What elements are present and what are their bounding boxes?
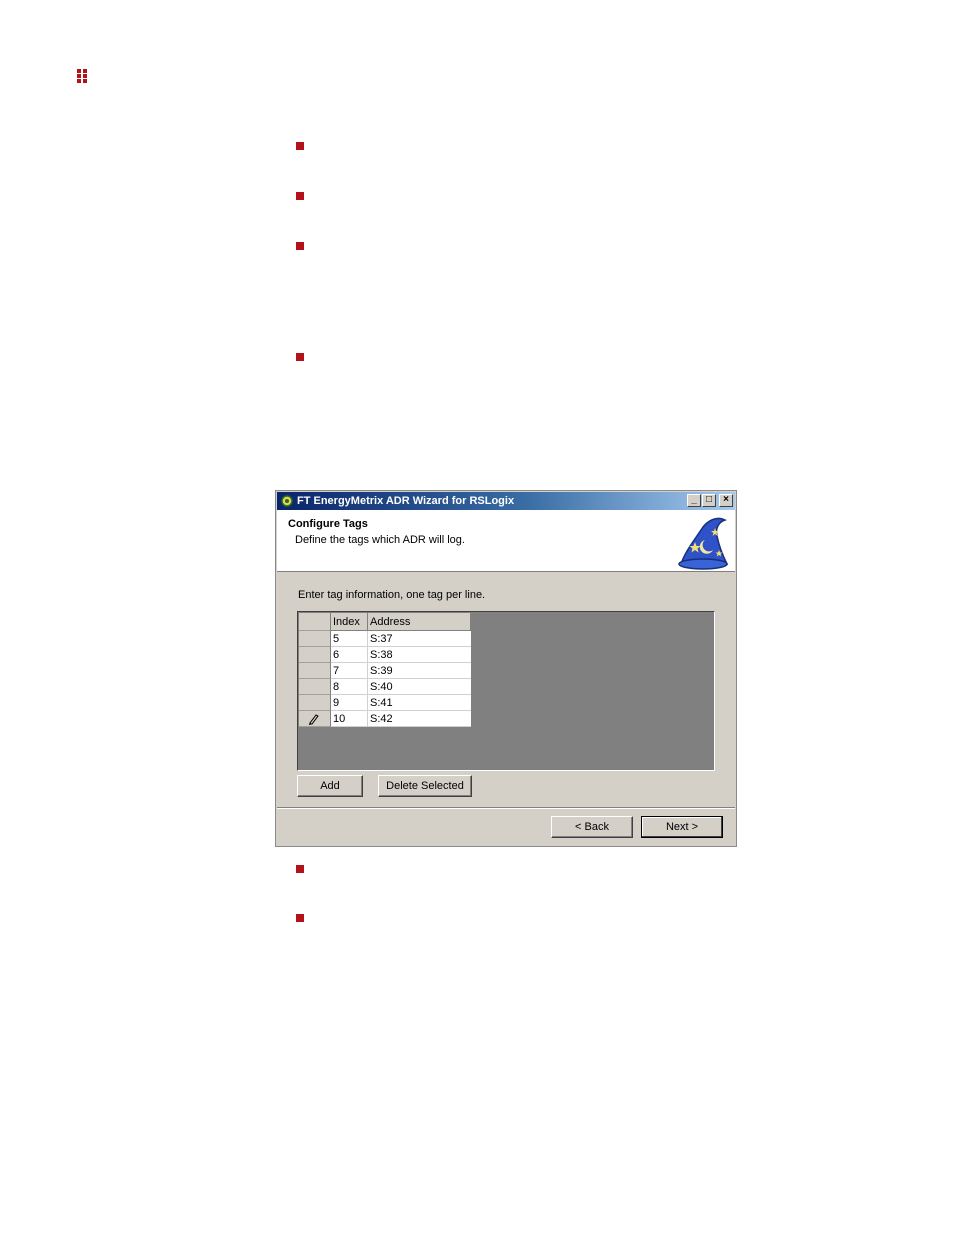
wizard-window: FT EnergyMetrix ADR Wizard for RSLogix _… xyxy=(275,490,737,847)
row-header-corner xyxy=(299,613,331,631)
wizard-hat-icon xyxy=(678,517,729,570)
row-selector[interactable] xyxy=(299,711,331,727)
row-selector[interactable] xyxy=(299,695,331,711)
document-logo-icon xyxy=(77,69,89,85)
index-cell[interactable]: 6 xyxy=(331,647,368,663)
next-button[interactable]: Next > xyxy=(641,816,723,838)
maximize-button[interactable]: □ xyxy=(702,494,716,507)
add-button[interactable]: Add xyxy=(297,775,363,797)
grid-header-row: Index Address xyxy=(299,613,471,631)
instruction-text: Enter tag information, one tag per line. xyxy=(298,589,486,601)
back-button[interactable]: < Back xyxy=(551,816,633,838)
bullet-icon xyxy=(296,142,304,150)
bullet-icon xyxy=(296,242,304,250)
index-cell[interactable]: 10 xyxy=(331,711,368,727)
table-row[interactable]: 5 S:37 xyxy=(299,631,471,647)
bullet-icon xyxy=(296,914,304,922)
address-cell-editing[interactable]: S:42 xyxy=(368,711,471,727)
footer-separator xyxy=(277,807,735,809)
address-cell[interactable]: S:40 xyxy=(368,679,471,695)
row-selector[interactable] xyxy=(299,679,331,695)
column-header-index[interactable]: Index xyxy=(331,613,368,631)
bullet-icon xyxy=(296,192,304,200)
address-cell[interactable]: S:41 xyxy=(368,695,471,711)
title-bar[interactable]: FT EnergyMetrix ADR Wizard for RSLogix _… xyxy=(277,492,735,510)
minimize-button[interactable]: _ xyxy=(687,494,701,507)
index-cell[interactable]: 7 xyxy=(331,663,368,679)
wizard-header: Configure Tags Define the tags which ADR… xyxy=(277,510,735,572)
bullet-icon xyxy=(296,353,304,361)
column-header-address[interactable]: Address xyxy=(368,613,471,631)
index-cell[interactable]: 5 xyxy=(331,631,368,647)
row-selector[interactable] xyxy=(299,647,331,663)
table-row-editing[interactable]: 10 S:42 xyxy=(299,711,471,727)
bullet-icon xyxy=(296,865,304,873)
index-cell[interactable]: 9 xyxy=(331,695,368,711)
address-cell[interactable]: S:38 xyxy=(368,647,471,663)
page-subtitle: Define the tags which ADR will log. xyxy=(295,534,465,546)
delete-selected-button[interactable]: Delete Selected xyxy=(378,775,472,797)
row-selector[interactable] xyxy=(299,631,331,647)
table-row[interactable]: 7 S:39 xyxy=(299,663,471,679)
pencil-icon xyxy=(308,714,319,725)
address-cell[interactable]: S:39 xyxy=(368,663,471,679)
row-selector[interactable] xyxy=(299,663,331,679)
table-row[interactable]: 6 S:38 xyxy=(299,647,471,663)
tag-grid[interactable]: Index Address 5 S:37 6 S:38 7 S:39 8 S:4… xyxy=(297,611,715,771)
table-row[interactable]: 9 S:41 xyxy=(299,695,471,711)
address-cell[interactable]: S:37 xyxy=(368,631,471,647)
index-cell[interactable]: 8 xyxy=(331,679,368,695)
table-row[interactable]: 8 S:40 xyxy=(299,679,471,695)
app-icon xyxy=(281,495,293,507)
page-title: Configure Tags xyxy=(288,518,368,530)
window-title: FT EnergyMetrix ADR Wizard for RSLogix xyxy=(297,495,515,507)
close-button[interactable]: × xyxy=(719,494,733,507)
